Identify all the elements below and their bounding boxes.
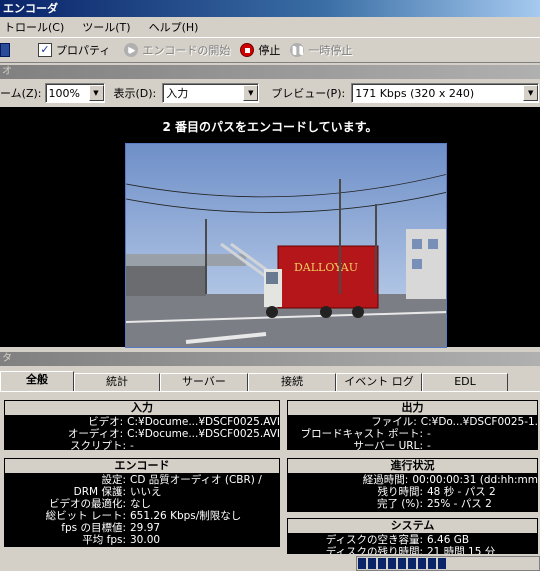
display-label: 表示(D):	[113, 87, 157, 100]
video-frame: DALLOYAU	[125, 143, 447, 348]
info-row: 設定: CD 品質オーディオ (CBR) /	[101, 474, 262, 486]
stop-label: 停止	[258, 44, 281, 57]
info-row: 総ビット レート: 651.26 Kbps/制限なし	[45, 510, 242, 522]
progress-block	[378, 558, 386, 569]
progress-box: 進行状況 経過時間: 00:00:00:31 (dd:hh:mm 残り時間: 48 …	[285, 456, 540, 514]
output-box: 出力 ファイル: C:¥Do...¥DSCF0025-1. ブロードキャスト ポー…	[285, 398, 540, 452]
start-encode-label: エンコードの開始	[142, 44, 231, 57]
monitor-tabs: 全般 統計 サーバー 接続 イベント ログ EDL	[0, 371, 540, 391]
video-controls: ーム(Z): 100% ▼ 表示(D): 入力 ▼ プレビュー(P): 171 Kb…	[0, 79, 540, 107]
street-scene-image: DALLOYAU	[126, 144, 446, 347]
info-row: ファイル: C:¥Do...¥DSCF0025-1.	[371, 416, 538, 428]
progress-block	[398, 558, 406, 569]
preview-select[interactable]: 171 Kbps (320 x 240) ▼	[351, 83, 540, 103]
menu-bar: トロール(C) ツール(T) ヘルプ(H)	[0, 17, 540, 37]
info-row: ビデオの最適化: なし	[48, 498, 151, 510]
info-row: ビデオ: C:¥Docume...¥DSCF0025.AVI	[88, 416, 280, 428]
preview-label: プレビュー(P):	[271, 87, 346, 100]
tab-connections[interactable]: 接続	[248, 373, 336, 391]
progress-block	[368, 558, 376, 569]
properties-label: プロパティ	[56, 44, 111, 57]
checkbox-icon: ✓	[38, 43, 52, 57]
chevron-down-icon: ▼	[523, 85, 539, 101]
encode-box: エンコード 設定: CD 品質オーディオ (CBR) / DRM 保護: いいえ ビ…	[2, 456, 282, 549]
info-row: 残り時間: 48 秒 - パス 2	[377, 486, 496, 498]
stop-button[interactable]: 停止	[240, 42, 280, 58]
floppy-disk-icon	[0, 43, 10, 57]
info-row: fps の目標値: 29.97	[61, 522, 161, 534]
encode-progress-bar	[356, 556, 540, 571]
progress-block	[358, 558, 366, 569]
progress-title: 進行状況	[288, 459, 537, 473]
system-box: システム ディスクの空き容量: 6.46 GB ディスクの残り時間: 21 時間 1…	[285, 516, 540, 556]
menu-control[interactable]: トロール(C)	[4, 19, 64, 35]
play-icon: ▶	[124, 43, 139, 57]
tab-general[interactable]: 全般	[0, 371, 74, 391]
info-row: スクリプト: -	[69, 440, 134, 452]
info-row: 完了 (%): 25% - パス 2	[376, 498, 492, 510]
info-row: ディスクの残り時間: 21 時間 15 分	[325, 546, 496, 556]
general-panel: 入力 ビデオ: C:¥Docume...¥DSCF0025.AVI オーディオ: C…	[0, 391, 540, 571]
progress-block	[418, 558, 426, 569]
tab-event-log[interactable]: イベント ログ	[336, 373, 422, 391]
info-row: 経過時間: 00:00:00:31 (dd:hh:mm	[362, 474, 538, 486]
start-encode-button[interactable]: ▶ エンコードの開始	[124, 42, 230, 58]
info-row: オーディオ: C:¥Docume...¥DSCF0025.AVI	[67, 428, 280, 440]
info-row: ディスクの空き容量: 6.46 GB	[325, 534, 470, 546]
progress-block	[438, 558, 446, 569]
progress-block	[408, 558, 416, 569]
display-select[interactable]: 入力 ▼	[162, 83, 260, 103]
system-title: システム	[288, 519, 537, 533]
output-title: 出力	[288, 401, 537, 415]
properties-button[interactable]: ✓ プロパティ	[38, 42, 110, 58]
menu-help[interactable]: ヘルプ(H)	[149, 19, 199, 35]
monitor-section-header: タ	[0, 352, 540, 366]
truck-brand-text: DALLOYAU	[294, 261, 358, 274]
zoom-select[interactable]: 100% ▼	[44, 83, 105, 103]
window-title: エンコーダ	[3, 2, 58, 15]
pause-button[interactable]: ❚❚ 一時停止	[290, 42, 352, 58]
toolbar: ✓ プロパティ ▶ エンコードの開始 停止 ❚❚ 一時停止	[0, 37, 540, 63]
pause-icon: ❚❚	[290, 43, 305, 57]
encode-status-text: 2 番目のパスをエンコードしています。	[162, 120, 378, 134]
tab-server[interactable]: サーバー	[160, 373, 248, 391]
menu-tools[interactable]: ツール(T)	[82, 19, 130, 35]
progress-block	[388, 558, 396, 569]
save-button[interactable]	[0, 43, 14, 57]
stop-icon	[240, 43, 255, 57]
pause-label: 一時停止	[308, 44, 353, 57]
chevron-down-icon: ▼	[243, 85, 259, 101]
info-row: DRM 保護: いいえ	[73, 486, 162, 498]
tab-edl[interactable]: EDL	[422, 373, 508, 391]
encode-title: エンコード	[5, 459, 279, 473]
input-box: 入力 ビデオ: C:¥Docume...¥DSCF0025.AVI オーディオ: C…	[2, 398, 282, 452]
zoom-label: ーム(Z):	[0, 87, 42, 100]
info-row: 平均 fps: 30.00	[82, 534, 161, 546]
chevron-down-icon: ▼	[88, 85, 104, 101]
info-row: サーバー URL: -	[353, 440, 431, 452]
video-section-header: オ	[0, 65, 540, 79]
progress-block	[428, 558, 436, 569]
tab-statistics[interactable]: 統計	[74, 373, 160, 391]
title-bar: エンコーダ	[0, 0, 540, 17]
input-title: 入力	[5, 401, 279, 415]
info-row: ブロードキャスト ポート: -	[300, 428, 431, 440]
